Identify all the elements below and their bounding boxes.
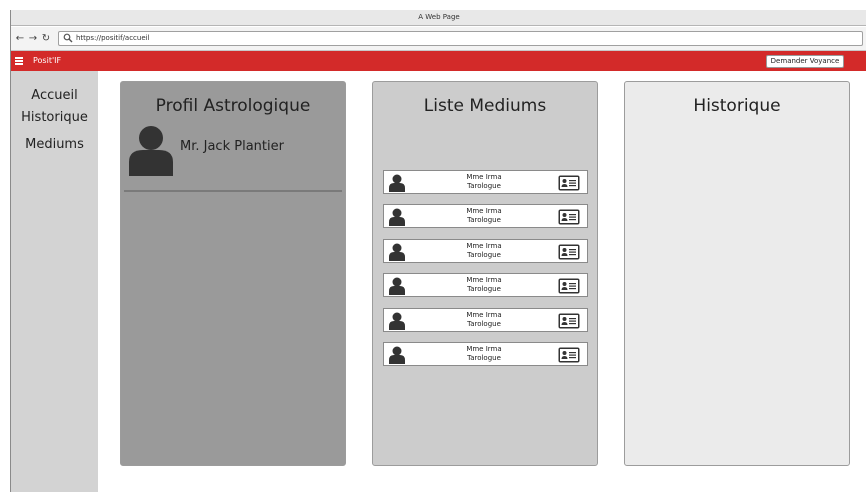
medium-card[interactable]: Mme Irma Tarologue (383, 204, 588, 228)
contact-card-icon[interactable] (558, 175, 580, 191)
medium-card[interactable]: Mme Irma Tarologue (383, 273, 588, 297)
contact-card-icon[interactable] (558, 244, 580, 260)
medium-avatar-icon (389, 277, 405, 295)
arrow-right-icon[interactable]: → (27, 33, 39, 45)
medium-avatar-icon (389, 312, 405, 330)
medium-name: Mme Irma (466, 242, 502, 250)
medium-role: Tarologue (467, 251, 501, 259)
request-reading-button[interactable]: Demander Voyance (766, 55, 844, 68)
contact-card-icon[interactable] (558, 278, 580, 294)
user-avatar-icon (129, 126, 173, 176)
medium-name: Mme Irma (466, 207, 502, 215)
url-text: https://positif/accueil (76, 34, 150, 42)
medium-card[interactable]: Mme Irma Tarologue (383, 308, 588, 332)
contact-card-icon[interactable] (558, 209, 580, 225)
medium-role: Tarologue (467, 320, 501, 328)
browser-navbar: ← → ↻ https://positif/accueil (11, 27, 866, 51)
medium-name: Mme Irma (466, 276, 502, 284)
medium-card[interactable]: Mme Irma Tarologue (383, 170, 588, 194)
history-panel: Historique (624, 81, 850, 466)
sidebar-item-accueil[interactable]: Accueil (11, 88, 98, 103)
medium-card[interactable]: Mme Irma Tarologue (383, 342, 588, 366)
window-title: A Web Page (418, 13, 460, 21)
app-header: Posit'IF Demander Voyance (11, 51, 866, 71)
medium-name: Mme Irma (466, 345, 502, 353)
medium-avatar-icon (389, 243, 405, 261)
sidebar: Accueil Historique Mediums (11, 71, 98, 492)
window-titlebar: A Web Page (11, 10, 866, 26)
medium-role: Tarologue (467, 354, 501, 362)
contact-card-icon[interactable] (558, 313, 580, 329)
mediums-panel: Liste Mediums Mme Irma Tarologue Mme Irm… (372, 81, 598, 466)
medium-name: Mme Irma (466, 311, 502, 319)
address-bar[interactable]: https://positif/accueil (58, 31, 863, 46)
search-icon (63, 33, 73, 43)
mediums-title: Liste Mediums (423, 96, 547, 116)
medium-avatar-icon (389, 208, 405, 226)
profile-panel: Profil Astrologique Mr. Jack Plantier (120, 81, 346, 466)
sidebar-item-mediums[interactable]: Mediums (11, 137, 98, 152)
medium-card[interactable]: Mme Irma Tarologue (383, 239, 588, 263)
medium-avatar-icon (389, 174, 405, 192)
reload-icon[interactable]: ↻ (40, 33, 52, 45)
browser-window: A Web Page ← → ↻ https://positif/accueil… (10, 10, 866, 492)
sidebar-item-historique[interactable]: Historique (11, 110, 98, 125)
medium-role: Tarologue (467, 216, 501, 224)
hamburger-menu-icon[interactable] (15, 57, 23, 65)
medium-role: Tarologue (467, 285, 501, 293)
profile-name: Mr. Jack Plantier (180, 139, 284, 154)
medium-role: Tarologue (467, 182, 501, 190)
history-title: Historique (693, 96, 781, 116)
profile-title: Profil Astrologique (155, 96, 311, 116)
medium-avatar-icon (389, 346, 405, 364)
contact-card-icon[interactable] (558, 347, 580, 363)
arrow-left-icon[interactable]: ← (14, 33, 26, 45)
app-brand: Posit'IF (33, 56, 62, 65)
medium-name: Mme Irma (466, 173, 502, 181)
profile-divider (124, 190, 342, 192)
